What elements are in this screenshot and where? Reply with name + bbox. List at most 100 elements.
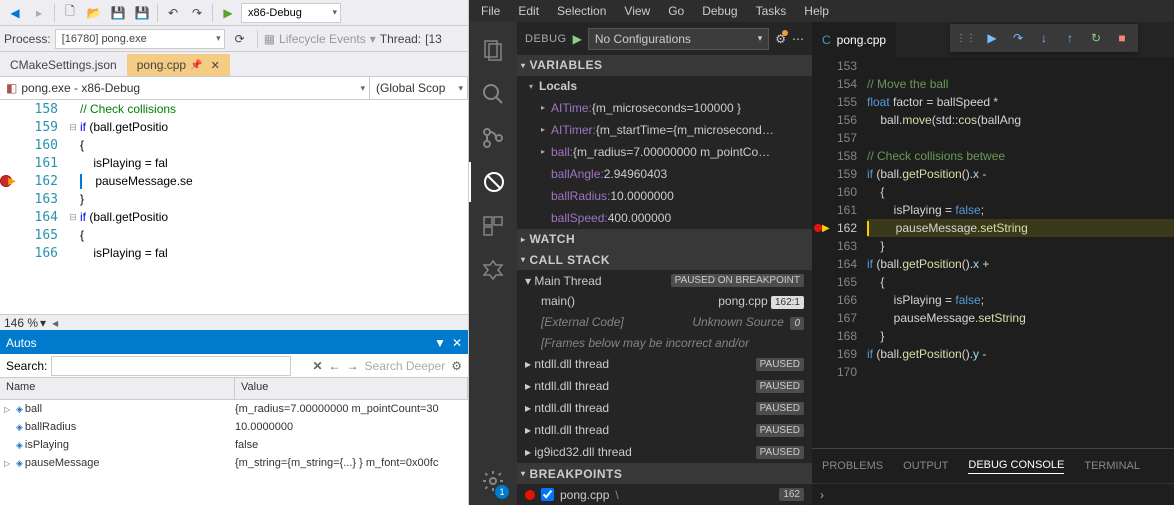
autos-search-input[interactable] bbox=[51, 356, 291, 376]
prev-icon[interactable]: ← bbox=[329, 359, 341, 373]
menu-help[interactable]: Help bbox=[796, 2, 837, 20]
vs-navigation-bar: ◧ pong.exe - x86-Debug (Global Scop bbox=[0, 76, 468, 100]
restart-icon[interactable]: ↻ bbox=[1084, 26, 1108, 50]
autos-title: Autos bbox=[6, 336, 37, 350]
breakpoints-header[interactable]: ▾BREAKPOINTS bbox=[517, 463, 812, 484]
scm-icon[interactable] bbox=[469, 118, 517, 158]
stop-icon[interactable]: ■ bbox=[1110, 26, 1134, 50]
watch-header[interactable]: ▸WATCH bbox=[517, 229, 812, 250]
autos-title-bar[interactable]: Autos ▼ ✕ bbox=[0, 332, 468, 354]
step-into-icon[interactable]: ↓ bbox=[1032, 26, 1056, 50]
autos-row[interactable]: ◈ ballRadius10.0000000 bbox=[0, 418, 468, 436]
paused-badge: PAUSED ON BREAKPOINT bbox=[671, 274, 804, 287]
start-button[interactable]: ▶ bbox=[217, 2, 239, 24]
close-icon[interactable]: ✕ bbox=[211, 59, 220, 72]
editor-tab-pong[interactable]: C pong.cpp bbox=[812, 22, 896, 57]
breakpoint-checkbox[interactable] bbox=[541, 488, 554, 501]
settings-gear-icon[interactable]: 1 bbox=[469, 461, 517, 501]
thread-row[interactable]: ▸ ntdll.dll threadPAUSED bbox=[517, 419, 812, 441]
zoom-value[interactable]: 146 % bbox=[4, 316, 38, 330]
search-icon[interactable] bbox=[469, 74, 517, 114]
vscode-breadcrumb[interactable]: › bbox=[812, 483, 1174, 505]
panel-tab-debug-console[interactable]: DEBUG CONSOLE bbox=[968, 459, 1064, 474]
thread-row[interactable]: ▸ ig9icd32.dll threadPAUSED bbox=[517, 441, 812, 463]
undo-button[interactable]: ↶ bbox=[162, 2, 184, 24]
settings-icon[interactable]: ⚙ bbox=[451, 359, 462, 373]
col-value[interactable]: Value bbox=[235, 378, 468, 399]
open-button[interactable]: 📂 bbox=[83, 2, 105, 24]
stack-external[interactable]: [External Code] Unknown Source 0 bbox=[517, 312, 812, 333]
menu-go[interactable]: Go bbox=[660, 2, 692, 20]
start-debug-icon[interactable]: ▶ bbox=[573, 32, 582, 46]
clear-search-icon[interactable]: ✕ bbox=[312, 359, 322, 373]
tab-cmakesettings[interactable]: CMakeSettings.json bbox=[0, 54, 127, 76]
config-dropdown[interactable]: x86-Debug bbox=[241, 3, 341, 23]
extensions-icon[interactable] bbox=[469, 206, 517, 246]
col-name[interactable]: Name bbox=[0, 378, 235, 399]
callstack-header[interactable]: ▾CALL STACK bbox=[517, 249, 812, 270]
thread-row[interactable]: ▸ ntdll.dll threadPAUSED bbox=[517, 353, 812, 375]
debug-gear-icon[interactable]: ⚙ bbox=[775, 32, 786, 46]
variable-row[interactable]: ▸ AITime: {m_microseconds=100000 } bbox=[517, 97, 812, 119]
debug-config-dropdown[interactable]: No Configurations bbox=[588, 28, 769, 50]
menu-view[interactable]: View bbox=[616, 2, 658, 20]
process-dropdown[interactable]: [16780] pong.exe bbox=[55, 29, 225, 49]
menu-file[interactable]: File bbox=[473, 2, 508, 20]
menu-selection[interactable]: Selection bbox=[549, 2, 614, 20]
redo-button[interactable]: ↷ bbox=[186, 2, 208, 24]
vs-code-area[interactable]: // Check collisionsif (ball.getPositio{ … bbox=[80, 100, 468, 314]
save-all-button[interactable]: 💾 bbox=[131, 2, 153, 24]
save-button[interactable]: 💾 bbox=[107, 2, 129, 24]
liveshare-icon[interactable] bbox=[469, 250, 517, 290]
debug-icon[interactable] bbox=[469, 162, 517, 202]
variable-row[interactable]: ▸ ball: {m_radius=7.00000000 m_pointCo… bbox=[517, 141, 812, 163]
chevron-icon[interactable]: › bbox=[820, 488, 824, 502]
thread-value: [13 bbox=[425, 32, 442, 46]
vscode-code[interactable]: // Move the ball float factor = ballSpee… bbox=[867, 57, 1174, 448]
autos-close-icon[interactable]: ✕ bbox=[452, 336, 462, 350]
cycle-button[interactable]: ⟳ bbox=[229, 28, 251, 50]
autos-row[interactable]: ◈ isPlayingfalse bbox=[0, 436, 468, 454]
stack-frame-main[interactable]: main() pong.cpp 162:1 bbox=[517, 291, 812, 312]
vscode-editor[interactable]: 153154155156157158159160161▶162163164165… bbox=[812, 57, 1174, 448]
thread-row[interactable]: ▸ ntdll.dll threadPAUSED bbox=[517, 375, 812, 397]
tab-pong-cpp[interactable]: pong.cpp 📌 ✕ bbox=[127, 54, 230, 76]
breakpoint-row[interactable]: pong.cpp \ 162 bbox=[517, 484, 812, 505]
forward-button[interactable]: ▸ bbox=[28, 2, 50, 24]
settings-badge: 1 bbox=[495, 485, 509, 499]
vs-zoom-status: 146 % ▾ ◂ bbox=[0, 314, 468, 330]
next-icon[interactable]: → bbox=[347, 359, 359, 373]
panel-tab-output[interactable]: OUTPUT bbox=[903, 460, 948, 472]
scope2-dropdown[interactable]: (Global Scop bbox=[370, 77, 468, 99]
autos-row[interactable]: ▷◈ pauseMessage{m_string={m_string={...}… bbox=[0, 454, 468, 472]
debug-floating-toolbar[interactable]: ⋮⋮ ▶ ↷ ↓ ↑ ↻ ■ bbox=[950, 24, 1138, 52]
locals-header[interactable]: ▾Locals bbox=[517, 76, 812, 97]
autos-row[interactable]: ▷◈ ball{m_radius=7.00000000 m_pointCount… bbox=[0, 400, 468, 418]
variable-row[interactable]: ballSpeed: 400.000000 bbox=[517, 207, 812, 229]
variable-row[interactable]: ▸ AITimer: {m_startTime={m_microsecond… bbox=[517, 119, 812, 141]
panel-tab-problems[interactable]: PROBLEMS bbox=[822, 460, 883, 472]
breakpoint-dot-icon bbox=[525, 490, 535, 500]
search-deeper-label[interactable]: Search Deeper bbox=[365, 359, 446, 373]
explorer-icon[interactable] bbox=[469, 30, 517, 70]
variables-header[interactable]: ▾VARIABLES bbox=[517, 55, 812, 76]
menu-tasks[interactable]: Tasks bbox=[748, 2, 795, 20]
main-thread-row[interactable]: ▾ Main Thread PAUSED ON BREAKPOINT bbox=[517, 270, 812, 291]
variable-row[interactable]: ballRadius: 10.0000000 bbox=[517, 185, 812, 207]
variable-row[interactable]: ballAngle: 2.94960403 bbox=[517, 163, 812, 185]
new-item-button[interactable]: 🗋 bbox=[59, 2, 81, 24]
autos-dropdown-icon[interactable]: ▼ bbox=[434, 336, 446, 350]
vs-editor[interactable]: 158159⊟160161▶162163164⊟165166 // Check … bbox=[0, 100, 468, 314]
toolbar-grip-icon[interactable]: ⋮⋮ bbox=[954, 26, 978, 50]
pin-icon[interactable]: 📌 bbox=[190, 60, 202, 71]
menu-debug[interactable]: Debug bbox=[694, 2, 745, 20]
panel-tab-terminal[interactable]: TERMINAL bbox=[1084, 460, 1140, 472]
debug-more-icon[interactable]: ⋯ bbox=[792, 32, 804, 46]
step-out-icon[interactable]: ↑ bbox=[1058, 26, 1082, 50]
thread-row[interactable]: ▸ ntdll.dll threadPAUSED bbox=[517, 397, 812, 419]
scope-dropdown[interactable]: ◧ pong.exe - x86-Debug bbox=[0, 77, 370, 99]
menu-edit[interactable]: Edit bbox=[510, 2, 547, 20]
step-over-icon[interactable]: ↷ bbox=[1006, 26, 1030, 50]
back-button[interactable]: ◀ bbox=[4, 2, 26, 24]
continue-icon[interactable]: ▶ bbox=[980, 26, 1004, 50]
